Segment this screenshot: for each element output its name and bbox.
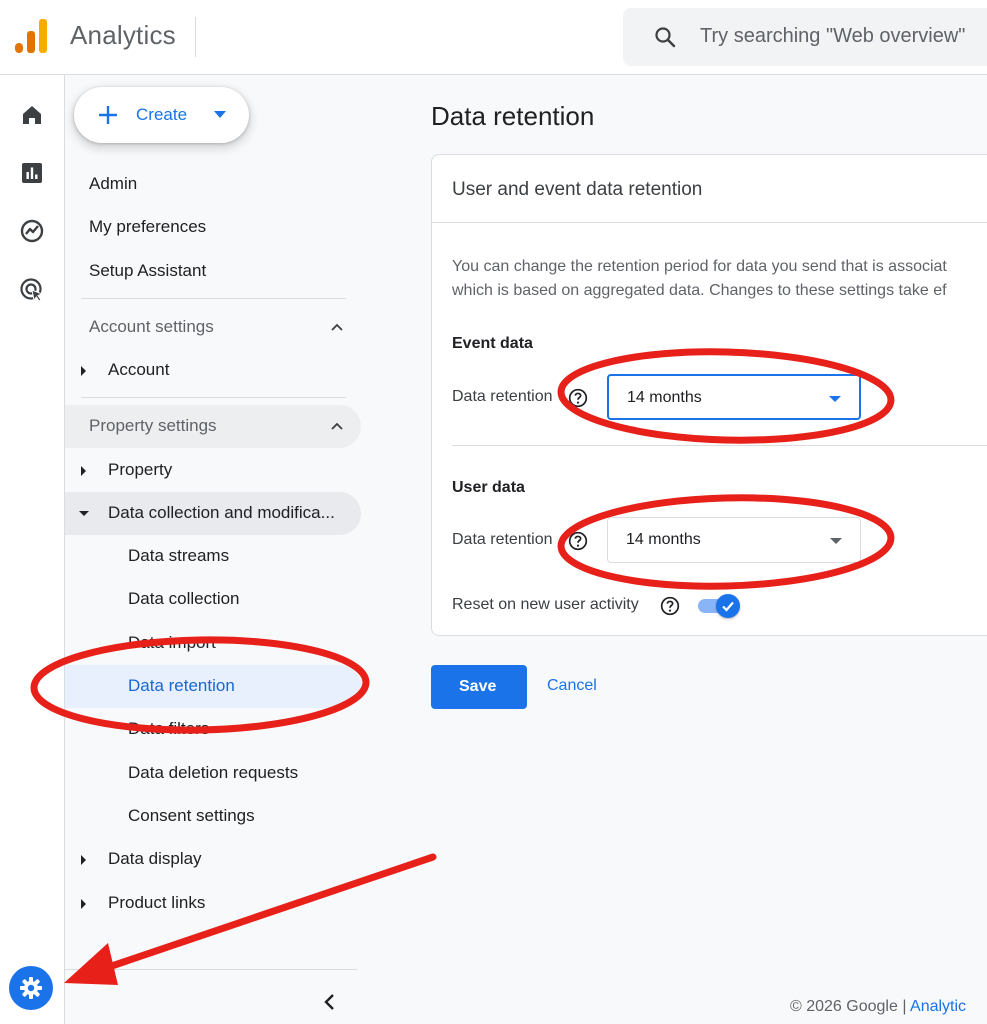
nav-item-data-import[interactable]: Data import <box>65 622 361 665</box>
search-icon <box>655 27 676 48</box>
chevron-up-icon <box>331 422 343 430</box>
nav-item-data-filters[interactable]: Data filters <box>65 708 361 751</box>
dropdown-arrow-icon <box>830 538 842 544</box>
retention-settings-card: User and event data retention You can ch… <box>431 154 987 636</box>
analytics-logo-icon[interactable] <box>15 19 49 55</box>
save-label: Save <box>459 678 497 695</box>
section-label: Account settings <box>89 317 214 336</box>
create-label: Create <box>136 105 188 124</box>
explore-icon[interactable] <box>18 217 46 245</box>
expand-arrow-icon <box>81 466 86 476</box>
expand-arrow-icon <box>81 855 86 865</box>
nav-item-setup-assistant[interactable]: Setup Assistant <box>89 261 206 281</box>
section-label: Property settings <box>89 416 217 435</box>
user-retention-select[interactable]: 14 months <box>607 517 861 563</box>
left-rail <box>0 75 65 1024</box>
nav-item-label: Property <box>108 460 173 479</box>
footer: © 2026 Google | Analytic <box>790 998 966 1016</box>
nav-item-label: Data display <box>108 849 202 868</box>
card-description: You can change the retention period for … <box>452 255 987 303</box>
help-icon[interactable] <box>568 531 588 551</box>
help-icon[interactable] <box>568 388 588 408</box>
nav-item-label: Consent settings <box>128 806 255 825</box>
admin-gear-button[interactable] <box>9 966 53 1010</box>
help-icon[interactable] <box>660 596 680 616</box>
nav-item-data-retention[interactable]: Data retention <box>65 665 361 708</box>
event-retention-select[interactable]: 14 months <box>607 374 861 420</box>
nav-item-product-links[interactable]: Product links <box>65 882 361 925</box>
nav-item-data-collection-and-modification[interactable]: Data collection and modifica... <box>65 492 361 535</box>
nav-divider <box>81 397 346 398</box>
plus-icon <box>99 106 117 124</box>
nav-item-label: Product links <box>108 893 206 912</box>
nav-divider <box>81 298 346 299</box>
nav-item-label: Data filters <box>128 719 210 738</box>
search-input[interactable]: Try searching "Web overview" <box>700 25 965 48</box>
nav-item-admin[interactable]: Admin <box>89 174 137 194</box>
header-divider <box>195 17 196 57</box>
reset-on-activity-toggle[interactable] <box>698 594 742 618</box>
nav-item-label: Data collection and modifica... <box>108 503 335 522</box>
nav-item-data-streams[interactable]: Data streams <box>65 535 361 578</box>
event-data-heading: Event data <box>452 335 533 352</box>
card-title: User and event data retention <box>452 179 703 200</box>
nav-item-my-preferences[interactable]: My preferences <box>89 217 206 237</box>
top-app-bar: Analytics Try searching "Web overview" <box>0 0 987 75</box>
chevron-up-icon <box>331 323 343 331</box>
event-retention-label: Data retention <box>452 388 553 405</box>
description-line: You can change the retention period for … <box>452 258 947 275</box>
chevron-left-icon[interactable] <box>318 988 342 1016</box>
nav-item-label: Data collection <box>128 589 240 608</box>
nav-item-account[interactable]: Account <box>65 349 361 392</box>
footer-link[interactable]: Analytic <box>910 998 966 1015</box>
nav-item-data-collection[interactable]: Data collection <box>65 578 361 621</box>
chevron-down-icon <box>214 111 226 118</box>
create-button[interactable]: Create <box>74 87 249 143</box>
section-divider <box>452 445 987 446</box>
save-button[interactable]: Save <box>431 665 527 709</box>
expand-arrow-icon <box>81 899 86 909</box>
copyright-text: © 2026 Google | <box>790 998 911 1015</box>
toggle-thumb <box>716 594 740 618</box>
admin-nav-panel: Create Admin My preferences Setup Assist… <box>65 75 365 1024</box>
select-value: 14 months <box>626 531 701 548</box>
card-divider <box>432 222 987 223</box>
app-title: Analytics <box>70 20 176 50</box>
advertising-icon[interactable] <box>18 276 46 304</box>
nav-item-label: Account <box>108 360 170 379</box>
description-line: which is based on aggregated data. Chang… <box>452 282 947 299</box>
nav-item-property[interactable]: Property <box>65 449 361 492</box>
nav-item-label: Data streams <box>128 546 230 565</box>
reports-icon[interactable] <box>18 159 46 187</box>
nav-bottom-divider <box>65 969 357 970</box>
user-data-heading: User data <box>452 479 525 496</box>
property-settings-section[interactable]: Property settings <box>65 405 361 448</box>
search-bar[interactable]: Try searching "Web overview" <box>623 8 987 66</box>
check-icon <box>722 601 734 612</box>
nav-item-label: Data deletion requests <box>128 763 299 782</box>
select-value: 14 months <box>627 389 702 406</box>
nav-item-label: Data retention <box>128 676 235 695</box>
collapse-arrow-icon <box>79 511 89 516</box>
nav-item-data-deletion-requests[interactable]: Data deletion requests <box>65 752 361 795</box>
expand-arrow-icon <box>81 366 86 376</box>
home-icon[interactable] <box>18 101 46 129</box>
nav-item-data-display[interactable]: Data display <box>65 838 361 881</box>
gear-icon <box>20 977 42 999</box>
nav-item-consent-settings[interactable]: Consent settings <box>65 795 361 838</box>
account-settings-section[interactable]: Account settings <box>65 306 361 349</box>
reset-on-activity-label: Reset on new user activity <box>452 596 639 613</box>
page-title: Data retention <box>431 101 595 131</box>
user-retention-label: Data retention <box>452 531 553 548</box>
nav-item-label: Data import <box>128 633 216 652</box>
cancel-button[interactable]: Cancel <box>547 677 597 695</box>
dropdown-arrow-icon <box>829 396 841 402</box>
